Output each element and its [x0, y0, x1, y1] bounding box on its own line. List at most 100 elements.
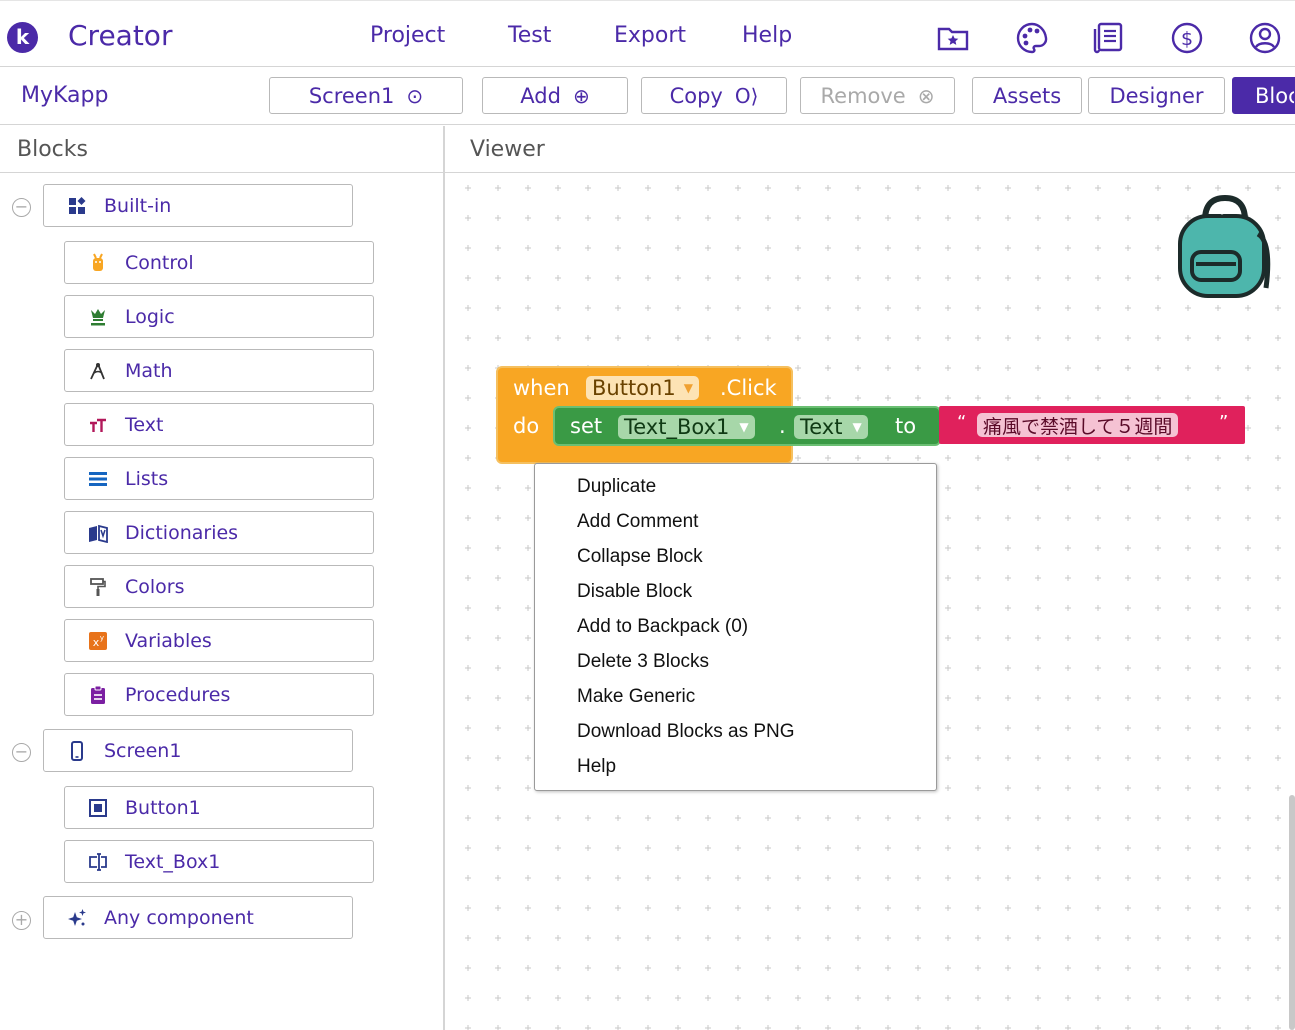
menu-item-collapse-block[interactable]: Collapse Block	[577, 546, 703, 568]
tree-item-label: Dictionaries	[125, 521, 239, 544]
tree-item-label: Text	[125, 413, 164, 436]
project-name: MyKapp	[21, 83, 109, 108]
menu-test[interactable]: Test	[508, 23, 551, 48]
button-icon	[87, 797, 109, 819]
tree-item-label: Procedures	[125, 683, 231, 706]
collapse-builtin-toggle[interactable]: −	[12, 198, 31, 217]
block-context-menu: Duplicate Add Comment Collapse Block Dis…	[534, 463, 937, 791]
variables-icon: xy	[87, 630, 109, 652]
menu-item-duplicate[interactable]: Duplicate	[577, 476, 656, 498]
dropdown-arrow-icon: ▼	[739, 420, 749, 434]
dot-separator: .	[779, 414, 786, 438]
menu-item-make-generic[interactable]: Make Generic	[577, 686, 695, 708]
tree-item-control[interactable]: Control	[64, 241, 374, 284]
text-value: 痛風で禁酒して５週間	[983, 415, 1173, 438]
menu-help[interactable]: Help	[742, 23, 792, 48]
menu-item-add-comment[interactable]: Add Comment	[577, 511, 698, 533]
component-dropdown-value: Button1	[592, 376, 676, 400]
palette-icon[interactable]	[1015, 21, 1049, 55]
tree-any-component[interactable]: Any component	[43, 896, 353, 939]
screen-select[interactable]: Screen1 ⊙	[269, 77, 463, 114]
copy-screen-button[interactable]: Copy O⟩	[641, 77, 787, 114]
dollar-icon[interactable]: $	[1170, 21, 1204, 55]
blocks-panel-title: Blocks	[17, 137, 88, 162]
component-dropdown[interactable]: Button1 ▼	[586, 376, 699, 400]
designer-button[interactable]: Designer	[1088, 77, 1225, 114]
tree-builtin-label: Built-in	[104, 194, 172, 217]
event-name: .Click	[720, 376, 777, 400]
textbox-icon	[87, 851, 109, 873]
math-icon	[87, 360, 109, 382]
menu-project[interactable]: Project	[370, 23, 445, 48]
svg-text:y: y	[100, 634, 104, 642]
expand-any-component-toggle[interactable]: +	[12, 911, 31, 930]
tree-item-text[interactable]: Text	[64, 403, 374, 446]
builtin-icon	[66, 195, 88, 217]
news-icon[interactable]	[1092, 21, 1126, 55]
menu-item-delete-blocks[interactable]: Delete 3 Blocks	[577, 651, 709, 673]
workspace-scrollbar[interactable]	[1289, 795, 1295, 1030]
set-property-block[interactable]: set Text_Box1 ▼ . Text ▼ to	[553, 406, 941, 446]
app-logo[interactable]: k	[7, 22, 38, 53]
viewer-panel-title: Viewer	[470, 137, 545, 162]
tree-item-label: Text_Box1	[125, 850, 221, 873]
top-bar: k Creator Project Test Export Help $	[0, 0, 1295, 67]
colors-icon	[87, 576, 109, 598]
tree-item-label: Math	[125, 359, 173, 382]
dropdown-arrow-icon: ▼	[852, 420, 862, 434]
remove-label: Remove	[820, 83, 906, 108]
text-value-field[interactable]: 痛風で禁酒して５週間	[977, 413, 1179, 438]
assets-button[interactable]: Assets	[972, 77, 1082, 114]
open-quote: “	[957, 412, 967, 433]
tree-item-button1[interactable]: Button1	[64, 786, 374, 829]
menu-item-add-to-backpack[interactable]: Add to Backpack (0)	[577, 616, 748, 638]
tree-item-math[interactable]: Math	[64, 349, 374, 392]
tree-item-logic[interactable]: Logic	[64, 295, 374, 338]
lists-icon	[87, 468, 109, 490]
chevron-down-circle-icon: ⊙	[406, 83, 424, 108]
blocks-button[interactable]: Blocks	[1232, 77, 1295, 114]
copy-icon: O⟩	[734, 83, 759, 108]
folder-star-icon[interactable]	[936, 21, 970, 55]
property-value: Text	[800, 415, 843, 439]
menu-item-download-png[interactable]: Download Blocks as PNG	[577, 721, 795, 743]
tree-any-component-label: Any component	[104, 906, 254, 929]
menu-item-help[interactable]: Help	[577, 756, 616, 778]
app-name[interactable]: Creator	[68, 19, 172, 52]
tree-screen1[interactable]: Screen1	[43, 729, 353, 772]
collapse-screen-toggle[interactable]: −	[12, 743, 31, 762]
tree-item-label: Lists	[125, 467, 169, 490]
textbox-component-dropdown[interactable]: Text_Box1 ▼	[618, 415, 755, 439]
tree-item-procedures[interactable]: Procedures	[64, 673, 374, 716]
close-circle-icon: ⊗	[917, 83, 935, 108]
tree-item-textbox1[interactable]: Text_Box1	[64, 840, 374, 883]
sparkles-icon	[66, 907, 88, 929]
project-toolbar: MyKapp Screen1 ⊙ Add ⊕ Copy O⟩ Remove ⊗ …	[0, 67, 1295, 125]
blocks-label: Blocks	[1255, 83, 1294, 108]
do-keyword: do	[513, 414, 540, 438]
logic-icon	[87, 306, 109, 328]
when-keyword: when	[513, 376, 570, 400]
add-screen-button[interactable]: Add ⊕	[482, 77, 628, 114]
screen-select-label: Screen1	[308, 83, 395, 108]
remove-screen-button[interactable]: Remove ⊗	[800, 77, 955, 114]
tree-builtin[interactable]: Built-in	[43, 184, 353, 227]
tree-item-label: Variables	[125, 629, 212, 652]
phone-icon	[66, 740, 88, 762]
property-dropdown[interactable]: Text ▼	[794, 415, 868, 439]
tree-item-colors[interactable]: Colors	[64, 565, 374, 608]
blocks-panel-header: Blocks	[0, 126, 444, 173]
tree-item-label: Colors	[125, 575, 185, 598]
text-string-block[interactable]: “ 痛風で禁酒して５週間 ”	[939, 406, 1245, 444]
to-keyword: to	[895, 414, 917, 438]
menu-item-disable-block[interactable]: Disable Block	[577, 581, 692, 603]
text-icon	[87, 414, 109, 436]
account-icon[interactable]	[1248, 21, 1282, 55]
tree-item-lists[interactable]: Lists	[64, 457, 374, 500]
tree-item-variables[interactable]: xy Variables	[64, 619, 374, 662]
tree-item-dictionaries[interactable]: Dictionaries	[64, 511, 374, 554]
backpack-icon[interactable]	[1170, 190, 1278, 300]
menu-export[interactable]: Export	[614, 23, 686, 48]
add-label: Add	[520, 83, 561, 108]
assets-label: Assets	[992, 83, 1062, 108]
